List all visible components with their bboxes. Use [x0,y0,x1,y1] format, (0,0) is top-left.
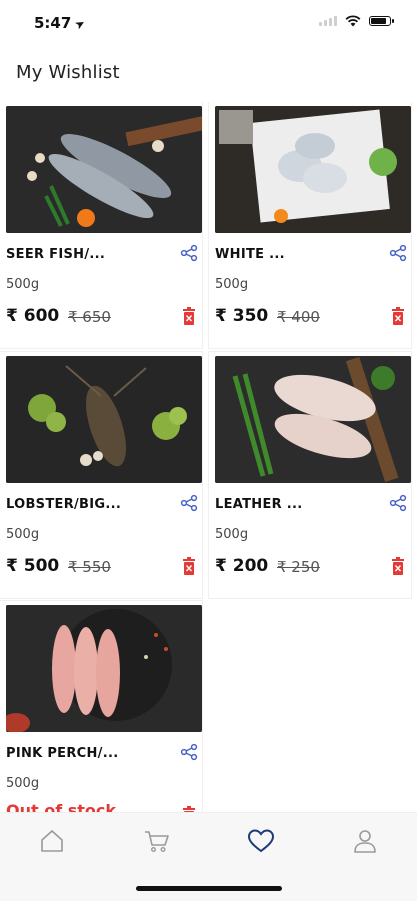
product-card[interactable]: SEER FISH/... 500g ₹ 600 ₹ 650 [0,102,202,348]
wifi-icon [345,15,361,27]
heart-icon[interactable] [247,827,275,855]
status-bar: 5:47➤ [0,0,417,46]
lobster-image[interactable] [6,356,202,483]
time-text: 5:47 [34,14,72,32]
home-icon[interactable] [38,827,66,855]
product-weight: 500g [215,277,249,292]
product-name[interactable]: LEATHER ... [215,497,303,512]
location-arrow-icon: ➤ [72,15,89,33]
home-indicator[interactable] [136,886,282,891]
product-card[interactable]: PINK PERCH/... 500g Out of stock [0,601,202,812]
product-mrp: ₹ 400 [277,308,320,326]
share-icon[interactable] [180,743,198,761]
page-title: My Wishlist [16,62,120,83]
product-mrp: ₹ 650 [68,308,111,326]
delete-icon[interactable] [182,307,196,325]
delete-icon[interactable] [182,557,196,575]
wishlist-grid: SEER FISH/... 500g ₹ 600 ₹ 650 WHITE ...… [0,102,417,812]
out-of-stock-label: Out of stock [6,801,117,812]
battery-icon [369,16,394,26]
product-mrp: ₹ 250 [277,558,320,576]
status-time: 5:47➤ [34,14,89,33]
product-price: ₹ 200 [215,556,269,576]
leather-jacket-fish-image[interactable] [215,356,411,483]
cart-icon[interactable] [143,827,171,855]
share-icon[interactable] [180,244,198,262]
user-icon[interactable] [351,827,379,855]
product-name[interactable]: WHITE ... [215,247,285,262]
share-icon[interactable] [389,244,407,262]
share-icon[interactable] [389,494,407,512]
product-weight: 500g [215,527,249,542]
product-price: ₹ 500 [6,556,60,576]
product-price: ₹ 600 [6,306,60,326]
product-weight: 500g [6,527,40,542]
signal-icon [319,16,337,26]
product-name[interactable]: SEER FISH/... [6,247,105,262]
seer-fish-image[interactable] [6,106,202,233]
product-card[interactable]: LEATHER ... 500g ₹ 200 ₹ 250 [209,352,411,598]
pink-perch-image[interactable] [6,605,202,732]
product-mrp: ₹ 550 [68,558,111,576]
delete-icon[interactable] [391,557,405,575]
product-price: ₹ 350 [215,306,269,326]
product-name[interactable]: PINK PERCH/... [6,746,118,761]
product-weight: 500g [6,776,40,791]
share-icon[interactable] [180,494,198,512]
product-weight: 500g [6,277,40,292]
product-card[interactable]: LOBSTER/BIG... 500g ₹ 500 ₹ 550 [0,352,202,598]
white-pomfret-image[interactable] [215,106,411,233]
product-card[interactable]: WHITE ... 500g ₹ 350 ₹ 400 [209,102,411,348]
delete-icon[interactable] [391,307,405,325]
status-indicators [319,15,394,27]
product-name[interactable]: LOBSTER/BIG... [6,497,121,512]
